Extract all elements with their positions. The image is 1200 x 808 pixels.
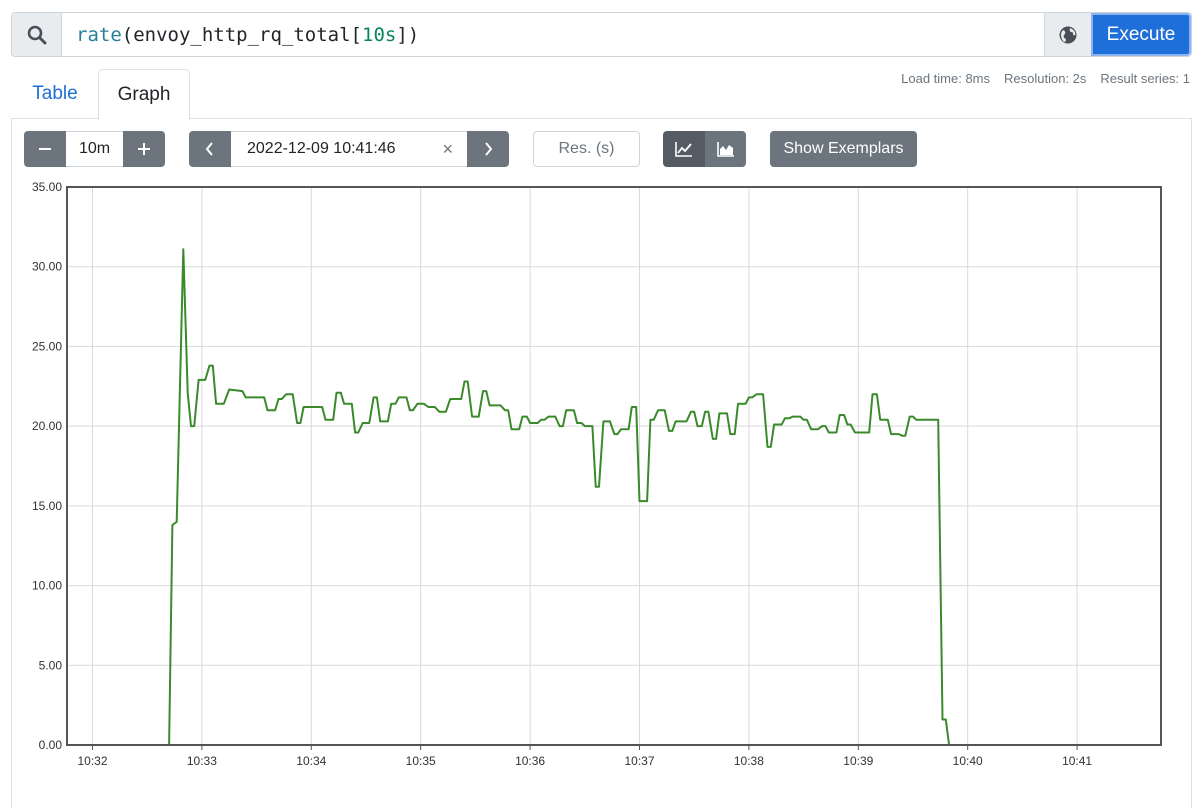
x-tick-label: 10:32 bbox=[77, 754, 107, 768]
y-tick-label: 5.00 bbox=[39, 658, 63, 672]
plot-frame bbox=[66, 186, 1162, 746]
y-tick-label: 0.00 bbox=[39, 738, 63, 752]
x-tick-label: 10:33 bbox=[187, 754, 217, 768]
series-line[interactable] bbox=[125, 248, 1161, 746]
y-tick-label: 35.00 bbox=[32, 180, 62, 194]
x-axis-ticks: 10:32 10:33 10:34 10:35 10:36 10:37 10:38 10:39… bbox=[77, 745, 1092, 768]
chart-series bbox=[125, 248, 1161, 746]
x-tick-label: 10:35 bbox=[406, 754, 436, 768]
y-tick-label: 20.00 bbox=[32, 419, 62, 433]
x-tick-label: 10:38 bbox=[734, 754, 764, 768]
tab-graph[interactable]: Graph bbox=[98, 69, 190, 120]
x-tick-label: 10:40 bbox=[953, 754, 983, 768]
y-tick-label: 10.00 bbox=[32, 579, 62, 593]
x-tick-label: 10:37 bbox=[624, 754, 654, 768]
x-tick-label: 10:34 bbox=[296, 754, 326, 768]
x-tick-label: 10:36 bbox=[515, 754, 545, 768]
y-tick-label: 30.00 bbox=[32, 260, 62, 274]
y-tick-label: 25.00 bbox=[32, 339, 62, 353]
chart-grid bbox=[67, 186, 1161, 746]
x-tick-label: 10:39 bbox=[843, 754, 873, 768]
x-tick-label: 10:41 bbox=[1062, 754, 1092, 768]
y-axis-ticks: 0.00 5.00 10.00 15.00 20.00 25.00 30.00 35.00 bbox=[32, 180, 62, 752]
y-tick-label: 15.00 bbox=[32, 499, 62, 513]
